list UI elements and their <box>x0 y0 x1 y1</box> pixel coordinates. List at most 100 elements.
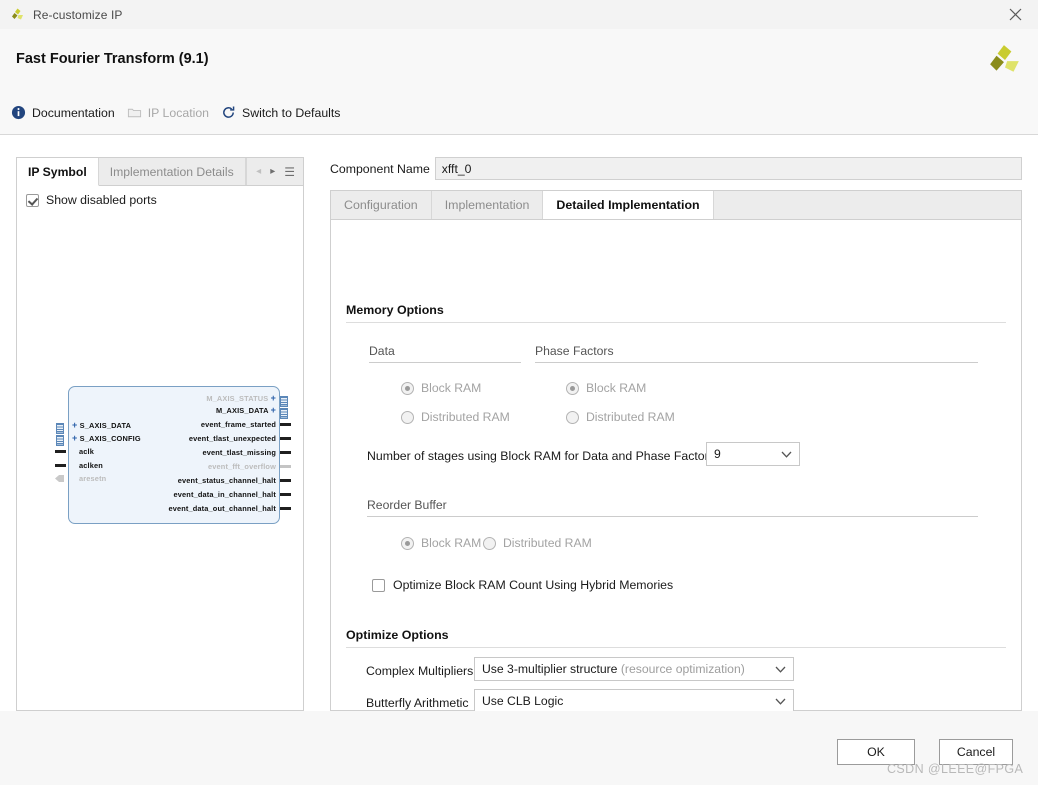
page-title: Fast Fourier Transform (9.1) <box>16 51 209 67</box>
data-block-ram-label: Block RAM <box>421 381 482 395</box>
switch-to-defaults-label: Switch to Defaults <box>242 105 341 120</box>
value-main: Use 3-multiplier structure <box>482 662 621 676</box>
value-hint: (resource optimization) <box>620 662 745 676</box>
pin-connector-icon <box>280 479 291 482</box>
phase-block-ram-label: Block RAM <box>586 381 647 395</box>
expand-icon[interactable]: + <box>271 405 276 415</box>
watermark-text: CSDN @LEEE@FPGA <box>887 762 1024 776</box>
stages-dropdown[interactable]: 9 <box>706 442 800 466</box>
hybrid-memories-label: Optimize Block RAM Count Using Hybrid Me… <box>393 578 674 592</box>
re-customize-ip-dialog: Re-customize IP Fast Fourier Transform (… <box>0 0 1038 785</box>
tab-detailed-implementation-label: Detailed Implementation <box>556 198 700 212</box>
complex-multipliers-dropdown[interactable]: Use 3-multiplier structure (resource opt… <box>474 657 794 681</box>
tab-implementation[interactable]: Implementation <box>432 191 544 219</box>
reorder-block-ram-radio[interactable]: Block RAM <box>401 536 481 550</box>
hamburger-menu-icon[interactable]: ☰ <box>284 166 295 178</box>
port-label: event_data_in_channel_halt <box>173 490 276 499</box>
phase-distributed-ram-radio[interactable]: Distributed RAM <box>566 410 675 424</box>
tab-configuration-label: Configuration <box>344 198 418 212</box>
radio-button <box>483 536 496 550</box>
left-panel-tab-nav: ◂ ▸ ☰ <box>246 158 303 185</box>
documentation-label: Documentation <box>32 105 115 120</box>
reset-connector-icon <box>55 475 64 482</box>
radio-button <box>566 381 579 395</box>
bus-connector-icon <box>56 423 64 434</box>
port-label: event_data_out_channel_halt <box>168 504 276 513</box>
main-tabstrip: Configuration Implementation Detailed Im… <box>330 190 1022 219</box>
left-panel-tabstrip: IP Symbol Implementation Details ◂ ▸ ☰ <box>17 158 303 186</box>
data-block-ram-radio[interactable]: Block RAM <box>401 381 481 395</box>
xilinx-logo-icon <box>12 8 23 19</box>
component-name-row: Component Name xfft_0 <box>330 157 1022 180</box>
section-divider <box>346 322 1006 323</box>
show-disabled-ports-label: Show disabled ports <box>46 193 157 207</box>
complex-multipliers-label: Complex Multipliers <box>366 664 474 678</box>
port-label: event_tlast_missing <box>202 448 276 457</box>
tab-detailed-implementation[interactable]: Detailed Implementation <box>543 191 714 219</box>
stages-value: 9 <box>714 447 721 461</box>
documentation-button[interactable]: Documentation <box>11 105 115 120</box>
expand-icon[interactable]: + <box>271 393 276 403</box>
checkbox-box <box>26 193 39 207</box>
show-disabled-ports-checkbox[interactable]: Show disabled ports <box>26 193 157 207</box>
reorder-distributed-ram-label: Distributed RAM <box>503 536 592 550</box>
expand-icon[interactable]: + <box>72 420 77 430</box>
pin-connector-icon <box>280 507 291 510</box>
ip-location-label: IP Location <box>147 105 210 120</box>
configuration-panel: Component Name xfft_0 Configuration Impl… <box>330 157 1022 713</box>
window-title: Re-customize IP <box>33 7 123 22</box>
pin-connector-icon <box>280 451 291 454</box>
xilinx-logo-icon <box>990 45 1019 72</box>
chevron-down-icon <box>773 451 799 458</box>
chevron-down-icon <box>767 666 793 673</box>
port-label: event_status_channel_halt <box>177 476 276 485</box>
port-label: M_AXIS_DATA + <box>112 405 276 415</box>
detailed-implementation-pane: Memory Options Data Phase Factors Block … <box>330 219 1022 713</box>
component-name-input[interactable]: xfft_0 <box>434 157 1022 180</box>
switch-to-defaults-button[interactable]: Switch to Defaults <box>221 105 340 120</box>
pin-connector-icon <box>55 450 66 453</box>
dialog-header: Fast Fourier Transform (9.1) <box>0 29 1038 92</box>
reorder-distributed-ram-radio[interactable]: Distributed RAM <box>483 536 592 550</box>
data-distributed-ram-label: Distributed RAM <box>421 410 510 424</box>
hybrid-memories-checkbox[interactable]: Optimize Block RAM Count Using Hybrid Me… <box>372 578 673 592</box>
group-divider <box>369 362 521 363</box>
tab-configuration[interactable]: Configuration <box>331 191 432 219</box>
port-label: event_fft_overflow <box>208 462 276 471</box>
reorder-buffer-label: Reorder Buffer <box>367 498 447 512</box>
triangle-right-icon[interactable]: ▸ <box>270 166 275 177</box>
window-title-bar: Re-customize IP <box>0 0 1038 30</box>
port-name: M_AXIS_DATA <box>215 406 269 415</box>
ip-symbol-diagram: + S_AXIS_DATA + S_AXIS_CONFIG aclk aclke… <box>52 383 297 528</box>
refresh-icon <box>223 106 235 118</box>
checkbox-box <box>372 578 385 592</box>
data-group-label: Data <box>369 344 395 358</box>
phase-factors-group-label: Phase Factors <box>535 344 614 358</box>
folder-icon <box>127 108 141 118</box>
ip-location-button[interactable]: IP Location <box>127 105 209 120</box>
expand-icon[interactable]: + <box>72 433 77 443</box>
radio-button <box>566 410 579 424</box>
complex-multipliers-value: Use 3-multiplier structure (resource opt… <box>475 662 767 676</box>
tab-implementation-label: Implementation <box>444 198 530 212</box>
close-icon[interactable] <box>992 0 1038 29</box>
tab-implementation-details[interactable]: Implementation Details <box>99 158 246 185</box>
group-divider <box>535 362 978 363</box>
pin-connector-icon <box>280 437 291 440</box>
pin-connector-icon <box>280 493 291 496</box>
radio-button <box>401 536 414 550</box>
tab-ip-symbol[interactable]: IP Symbol <box>17 158 99 186</box>
triangle-left-icon[interactable]: ◂ <box>256 166 261 177</box>
phase-block-ram-radio[interactable]: Block RAM <box>566 381 646 395</box>
bus-connector-icon <box>280 396 288 407</box>
phase-distributed-ram-label: Distributed RAM <box>586 410 675 424</box>
butterfly-arithmetic-label: Butterfly Arithmetic <box>366 696 469 710</box>
tab-ip-symbol-label: IP Symbol <box>28 164 87 179</box>
butterfly-arithmetic-dropdown[interactable]: Use CLB Logic <box>474 689 794 713</box>
chevron-down-icon <box>767 698 793 705</box>
ip-symbol-panel: IP Symbol Implementation Details ◂ ▸ ☰ S… <box>16 157 304 711</box>
component-name-label: Component Name <box>330 161 430 176</box>
data-distributed-ram-radio[interactable]: Distributed RAM <box>401 410 510 424</box>
pin-connector-icon <box>55 464 66 467</box>
memory-options-title: Memory Options <box>346 303 444 317</box>
